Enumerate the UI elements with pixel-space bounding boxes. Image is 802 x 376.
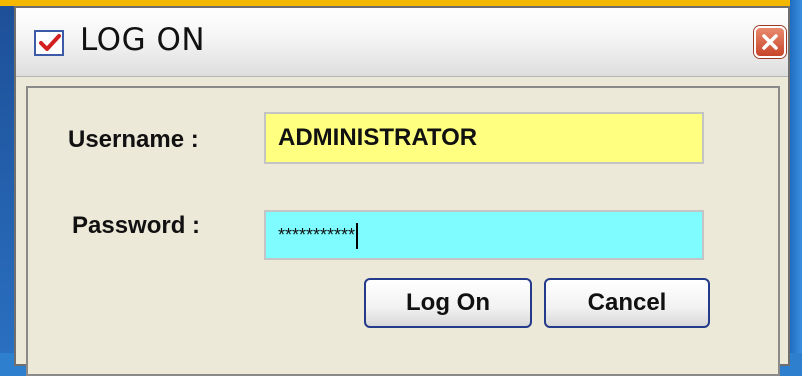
close-button[interactable] [754, 26, 786, 58]
username-field[interactable]: ADMINISTRATOR [264, 112, 704, 164]
username-value: ADMINISTRATOR [278, 124, 478, 151]
title-bar[interactable]: LOG ON [16, 8, 788, 77]
close-icon [762, 34, 778, 50]
logon-dialog: LOG ON Username : ADMINISTRATOR Password… [14, 6, 790, 376]
desktop-background-left [0, 0, 14, 353]
window-title: LOG ON [80, 22, 206, 58]
checkbox-check-icon [34, 30, 64, 56]
form-panel: Username : ADMINISTRATOR Password : ****… [26, 86, 780, 376]
cancel-button[interactable]: Cancel [544, 278, 710, 328]
password-value: *********** [278, 225, 356, 245]
password-label: Password : [72, 212, 201, 239]
desktop-background-right [790, 0, 802, 353]
password-field[interactable]: *********** [264, 210, 704, 260]
username-label: Username : [68, 126, 199, 153]
logon-button[interactable]: Log On [364, 278, 532, 328]
text-caret [356, 223, 359, 250]
